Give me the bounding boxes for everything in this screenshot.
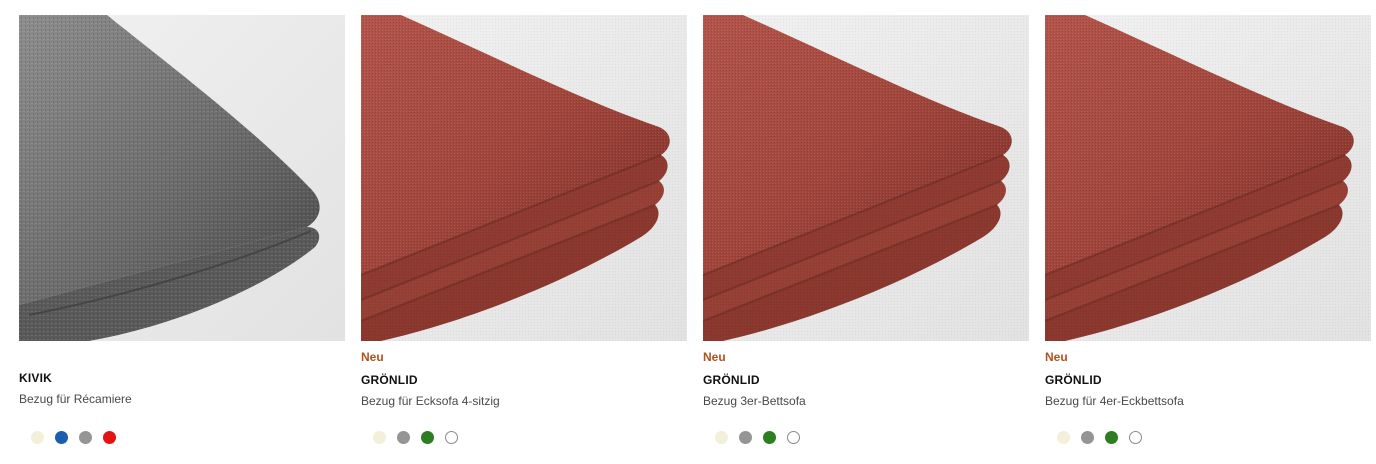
product-description[interactable]: Bezug für Ecksofa 4-sitzig — [361, 394, 500, 408]
product-image[interactable] — [703, 15, 1029, 341]
color-swatch[interactable] — [103, 431, 116, 444]
color-swatch[interactable] — [445, 431, 458, 444]
color-swatches — [373, 431, 458, 445]
product-name[interactable]: KIVIK — [19, 371, 52, 385]
color-swatch[interactable] — [1105, 431, 1118, 444]
color-swatch[interactable] — [787, 431, 800, 444]
new-badge: Neu — [361, 350, 384, 364]
product-description[interactable]: Bezug für Récamiere — [19, 392, 132, 406]
color-swatch[interactable] — [55, 431, 68, 444]
color-swatches — [1057, 431, 1142, 445]
color-swatch[interactable] — [1129, 431, 1142, 444]
color-swatch[interactable] — [31, 431, 44, 444]
product-name[interactable]: GRÖNLID — [361, 373, 418, 387]
color-swatch[interactable] — [1057, 431, 1070, 444]
product-image[interactable] — [361, 15, 687, 341]
color-swatch[interactable] — [79, 431, 92, 444]
color-swatches — [31, 431, 116, 445]
product-description[interactable]: Bezug für 4er-Eckbettsofa — [1045, 394, 1184, 408]
color-swatch[interactable] — [397, 431, 410, 444]
product-grid: KIVIK Bezug für Récamiere Neu GRÖNLID Bezug … — [19, 15, 1371, 455]
color-swatch[interactable] — [421, 431, 434, 444]
product-image[interactable] — [1045, 15, 1371, 341]
product-card[interactable]: Neu GRÖNLID Bezug für 4er-Eckbettsofa — [1045, 15, 1371, 455]
color-swatches — [715, 431, 800, 445]
product-description[interactable]: Bezug 3er-Bettsofa — [703, 394, 806, 408]
product-card[interactable]: KIVIK Bezug für Récamiere — [19, 15, 345, 455]
product-name[interactable]: GRÖNLID — [1045, 373, 1102, 387]
product-card[interactable]: Neu GRÖNLID Bezug für Ecksofa 4-sitzig — [361, 15, 687, 455]
color-swatch[interactable] — [715, 431, 728, 444]
color-swatch[interactable] — [739, 431, 752, 444]
product-image[interactable] — [19, 15, 345, 341]
product-card[interactable]: Neu GRÖNLID Bezug 3er-Bettsofa — [703, 15, 1029, 455]
new-badge: Neu — [703, 350, 726, 364]
product-name[interactable]: GRÖNLID — [703, 373, 760, 387]
color-swatch[interactable] — [373, 431, 386, 444]
color-swatch[interactable] — [763, 431, 776, 444]
new-badge: Neu — [1045, 350, 1068, 364]
color-swatch[interactable] — [1081, 431, 1094, 444]
